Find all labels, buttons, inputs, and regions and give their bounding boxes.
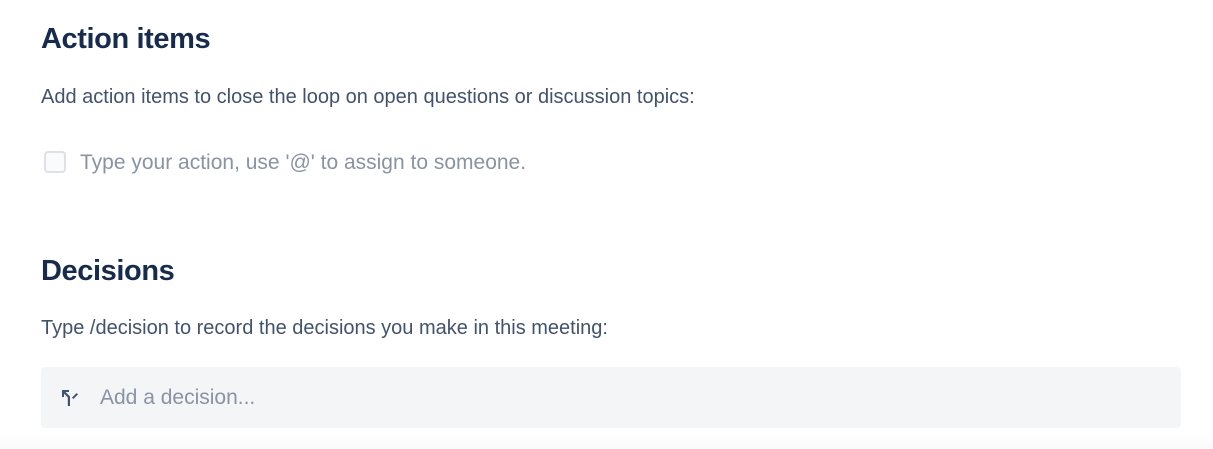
decision-input[interactable]: Add a decision... [41, 367, 1181, 428]
bottom-fade [0, 435, 1213, 449]
action-item-row[interactable]: Type your action, use '@' to assign to s… [41, 149, 526, 175]
action-item-checkbox[interactable] [44, 151, 66, 173]
action-items-description: Add action items to close the loop on op… [41, 86, 695, 108]
decision-icon [58, 386, 82, 410]
action-items-heading: Action items [41, 23, 211, 55]
decisions-description: Type /decision to record the decisions y… [41, 317, 608, 339]
decisions-heading: Decisions [41, 255, 175, 287]
decision-placeholder[interactable]: Add a decision... [100, 387, 255, 408]
action-item-placeholder[interactable]: Type your action, use '@' to assign to s… [80, 152, 526, 173]
